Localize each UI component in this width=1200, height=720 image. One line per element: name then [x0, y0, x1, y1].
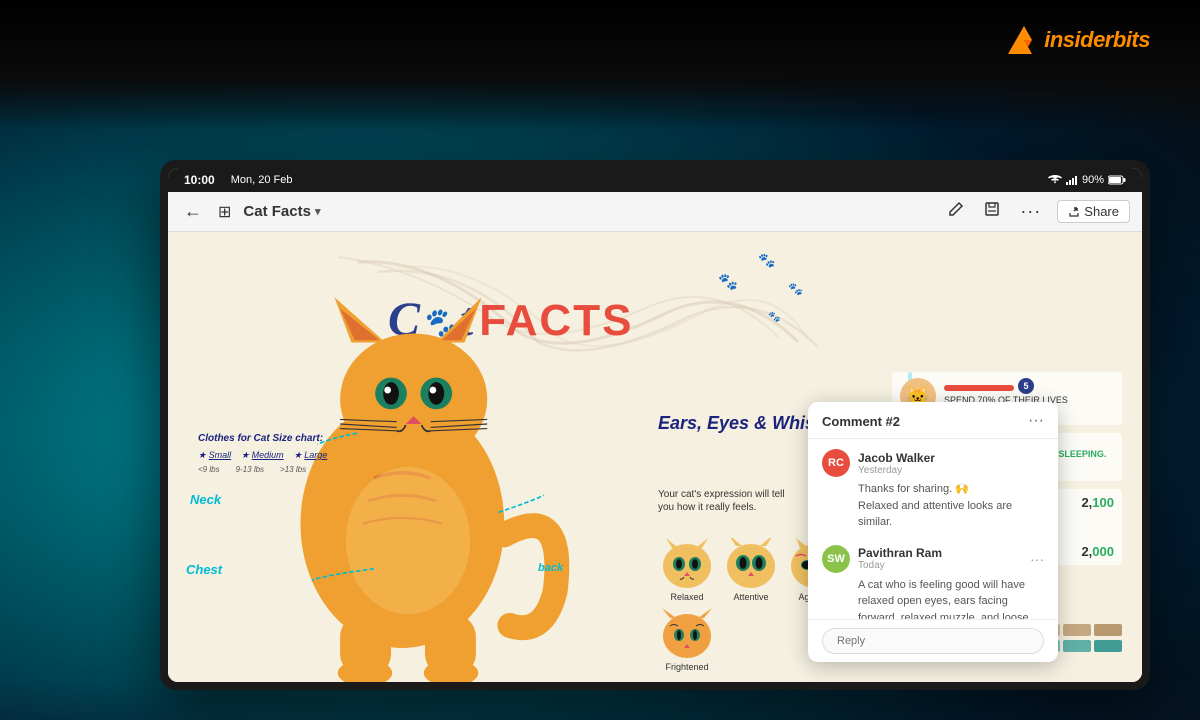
battery-text: 90% — [1082, 174, 1104, 186]
size-chart: Clothes for Cat Size chart: ★ Small ★ Me… — [198, 432, 327, 475]
avatar-sw: SW — [822, 545, 850, 573]
comment-user-row-2: SW Pavithran Ram Today ··· — [822, 545, 1044, 573]
comment-time-2: Today — [858, 560, 942, 571]
status-bar: 10:00 Mon, 20 Feb 90% — [168, 168, 1142, 192]
comment-dots-2[interactable]: ··· — [1030, 551, 1044, 567]
status-date: Mon, 20 Feb — [231, 174, 293, 186]
swatch-8 — [1094, 640, 1122, 652]
expression-subtitle: Your cat's expression will tell you how … — [658, 488, 798, 514]
size-medium: ★ Medium — [241, 449, 284, 462]
paw-print-1: 🐾 — [718, 272, 738, 292]
chest-label: Chest — [186, 562, 222, 577]
face-label-attentive: Attentive — [722, 592, 780, 602]
swatch-7 — [1063, 640, 1091, 652]
grid-button[interactable]: ⊞ — [214, 198, 235, 226]
reply-input[interactable] — [822, 628, 1044, 654]
comment-user-row-1: RC Jacob Walker Yesterday — [822, 449, 1044, 477]
size-small: ★ Small — [198, 449, 231, 462]
edit-button[interactable] — [944, 197, 968, 226]
logo-icon — [1004, 22, 1040, 58]
comment-user-info-1: RC Jacob Walker Yesterday — [822, 449, 935, 477]
panel-badge-1: 5 — [1018, 378, 1034, 394]
battery-icon — [1108, 175, 1126, 185]
comment-name-2: Pavithran Ram — [858, 546, 942, 560]
size-large-lbs: >13 lbs — [280, 464, 306, 475]
comment-user-info-2: SW Pavithran Ram Today — [822, 545, 942, 573]
face-label-frightened: Frightened — [658, 662, 716, 672]
more-button[interactable]: ··· — [1016, 197, 1045, 226]
size-medium-lbs: 9-13 lbs — [236, 464, 264, 475]
signal-icon — [1066, 175, 1078, 185]
cat-face-frightened: Frightened — [658, 608, 716, 672]
top-dark-bar — [0, 0, 1200, 130]
status-time: 10:00 — [184, 173, 215, 187]
share-button[interactable]: Share — [1057, 200, 1130, 223]
status-icons: 90% — [1048, 174, 1126, 186]
save-button[interactable] — [980, 197, 1004, 226]
back-button[interactable]: ← — [180, 197, 206, 226]
swatch-3 — [1063, 624, 1091, 636]
size-large: ★ Large — [294, 449, 328, 462]
comment-panel: Comment #2 ··· RC Jacob Walker — [808, 402, 1058, 662]
paw-print-2: 🐾 — [758, 252, 775, 269]
device-screen: 10:00 Mon, 20 Feb 90% — [168, 168, 1142, 682]
neck-label: Neck — [190, 492, 221, 507]
comment-title: Comment #2 — [822, 414, 900, 429]
size-small-lbs: <9 lbs — [198, 464, 220, 475]
comment-reply-area — [808, 619, 1058, 662]
cat-face-attentive: Attentive — [722, 538, 780, 602]
swatch-4 — [1094, 624, 1122, 636]
logo-text: insiderbits — [1044, 27, 1150, 53]
cat-face-relaxed: Relaxed — [658, 538, 716, 602]
comment-body: RC Jacob Walker Yesterday Thanks for sha… — [808, 439, 1058, 619]
sleeping-bar — [944, 385, 1014, 391]
comment-item-1: RC Jacob Walker Yesterday Thanks for sha… — [822, 449, 1044, 531]
paw-print-3: 🐾 — [788, 282, 803, 296]
face-label-relaxed: Relaxed — [658, 592, 716, 602]
wifi-icon — [1048, 175, 1062, 185]
document-title[interactable]: Cat Facts ▾ — [243, 203, 320, 220]
avatar-rc: RC — [822, 449, 850, 477]
app-toolbar: ← ⊞ Cat Facts ▾ — [168, 192, 1142, 232]
infographic-area: 🐾 🐾 🐾 🐾 C🐾t FACTS Clothes for Cat Size c… — [168, 232, 1142, 682]
back-label: back — [538, 562, 563, 574]
comment-time-1: Yesterday — [858, 465, 935, 476]
comment-text-2: A cat who is feeling good will have rela… — [858, 577, 1044, 620]
paw-print-4: 🐾 — [768, 312, 780, 323]
logo-area: insiderbits — [1004, 22, 1150, 58]
main-content: 🐾 🐾 🐾 🐾 C🐾t FACTS Clothes for Cat Size c… — [168, 232, 1142, 682]
comment-item-2: SW Pavithran Ram Today ··· A cat who is … — [822, 545, 1044, 620]
comment-text-1: Thanks for sharing. 🙌Relaxed and attenti… — [858, 481, 1044, 531]
comment-header: Comment #2 ··· — [808, 402, 1058, 439]
toolbar-actions: ··· Share — [944, 197, 1130, 226]
device-frame: 10:00 Mon, 20 Feb 90% — [160, 160, 1150, 690]
comment-more-button[interactable]: ··· — [1028, 412, 1044, 430]
comment-name-1: Jacob Walker — [858, 451, 935, 465]
title-chevron: ▾ — [315, 205, 321, 218]
